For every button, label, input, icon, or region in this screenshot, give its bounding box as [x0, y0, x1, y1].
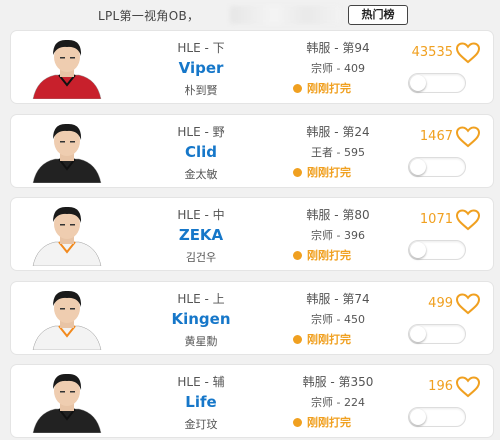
status-indicator: 刚刚打完 — [293, 247, 351, 263]
player-photo — [31, 369, 103, 433]
player-photo — [31, 119, 103, 183]
tier-points: 宗师 - 224 — [311, 396, 365, 409]
tier-points: 王者 - 595 — [311, 146, 365, 159]
server-rank: 韩服 - 第74 — [306, 292, 370, 306]
player-card[interactable]: HLE - 野 Clid 金太敏 韩服 - 第24 王者 - 595 刚刚打完 1467 — [11, 115, 493, 187]
status-text: 刚刚打完 — [307, 416, 351, 429]
status-indicator: 刚刚打完 — [293, 331, 351, 347]
heart-icon[interactable] — [455, 209, 481, 231]
real-name: 金玎玟 — [184, 418, 218, 431]
toggle-knob — [410, 326, 426, 342]
like-count: 196 — [428, 379, 453, 394]
like-count: 43535 — [411, 45, 453, 60]
top-bar: LPL第一视角OB， 热门榜 — [0, 0, 500, 30]
status-text: 刚刚打完 — [307, 166, 351, 179]
player-id-link[interactable]: Life — [151, 393, 251, 411]
follow-toggle[interactable] — [408, 407, 466, 427]
player-photo — [31, 35, 103, 99]
server-rank: 韩服 - 第350 — [302, 375, 374, 389]
server-rank: 韩服 - 第80 — [306, 208, 370, 222]
player-id-link[interactable]: Kingen — [151, 310, 251, 328]
real-name: 黄星勳 — [184, 335, 218, 348]
hot-list-button[interactable]: 热门榜 — [348, 5, 408, 25]
toggle-knob — [410, 242, 426, 258]
team-position: HLE - 辅 — [177, 375, 225, 389]
status-dot-icon — [293, 418, 302, 427]
server-rank: 韩服 - 第24 — [306, 125, 370, 139]
player-card[interactable]: HLE - 下 Viper 朴到賢 韩服 - 第94 宗师 - 409 刚刚打完 43535 — [11, 31, 493, 103]
heart-icon[interactable] — [455, 126, 481, 148]
like-count: 499 — [428, 296, 453, 311]
player-id-link[interactable]: Viper — [151, 59, 251, 77]
status-text: 刚刚打完 — [307, 333, 351, 346]
player-photo — [31, 286, 103, 350]
status-dot-icon — [293, 84, 302, 93]
player-id-link[interactable]: Clid — [151, 143, 251, 161]
server-rank: 韩服 - 第94 — [306, 41, 370, 55]
real-name: 朴到賢 — [184, 84, 218, 97]
status-dot-icon — [293, 168, 302, 177]
follow-toggle[interactable] — [408, 240, 466, 260]
status-text: 刚刚打完 — [307, 249, 351, 262]
like-count: 1071 — [419, 212, 453, 227]
heart-icon[interactable] — [455, 42, 481, 64]
status-indicator: 刚刚打完 — [293, 80, 351, 96]
tier-points: 宗师 - 396 — [311, 229, 365, 242]
team-position: HLE - 下 — [177, 41, 225, 55]
player-card[interactable]: HLE - 上 Kingen 黄星勳 韩服 - 第74 宗师 - 450 刚刚打完 499 — [11, 282, 493, 354]
tier-points: 宗师 - 409 — [311, 62, 365, 75]
toggle-knob — [410, 159, 426, 175]
heart-icon[interactable] — [455, 376, 481, 398]
follow-toggle[interactable] — [408, 157, 466, 177]
status-indicator: 刚刚打完 — [293, 414, 351, 430]
like-count: 1467 — [419, 129, 453, 144]
toggle-knob — [410, 409, 426, 425]
player-card[interactable]: HLE - 辅 Life 金玎玟 韩服 - 第350 宗师 - 224 刚刚打完 196 — [11, 365, 493, 437]
follow-toggle[interactable] — [408, 324, 466, 344]
heart-icon[interactable] — [455, 293, 481, 315]
blurred-text — [230, 6, 340, 24]
player-id-link[interactable]: ZEKA — [151, 226, 251, 244]
real-name: 김건우 — [185, 251, 217, 264]
status-indicator: 刚刚打完 — [293, 164, 351, 180]
player-card[interactable]: HLE - 中 ZEKA 김건우 韩服 - 第80 宗师 - 396 刚刚打完 1071 — [11, 198, 493, 270]
team-position: HLE - 中 — [177, 208, 225, 222]
team-position: HLE - 野 — [177, 125, 225, 139]
real-name: 金太敏 — [184, 168, 218, 181]
status-dot-icon — [293, 251, 302, 260]
follow-toggle[interactable] — [408, 73, 466, 93]
header-text: LPL第一视角OB， — [98, 9, 200, 23]
team-position: HLE - 上 — [177, 292, 225, 306]
status-text: 刚刚打完 — [307, 82, 351, 95]
toggle-knob — [410, 75, 426, 91]
tier-points: 宗师 - 450 — [311, 313, 365, 326]
status-dot-icon — [293, 335, 302, 344]
player-photo — [31, 202, 103, 266]
